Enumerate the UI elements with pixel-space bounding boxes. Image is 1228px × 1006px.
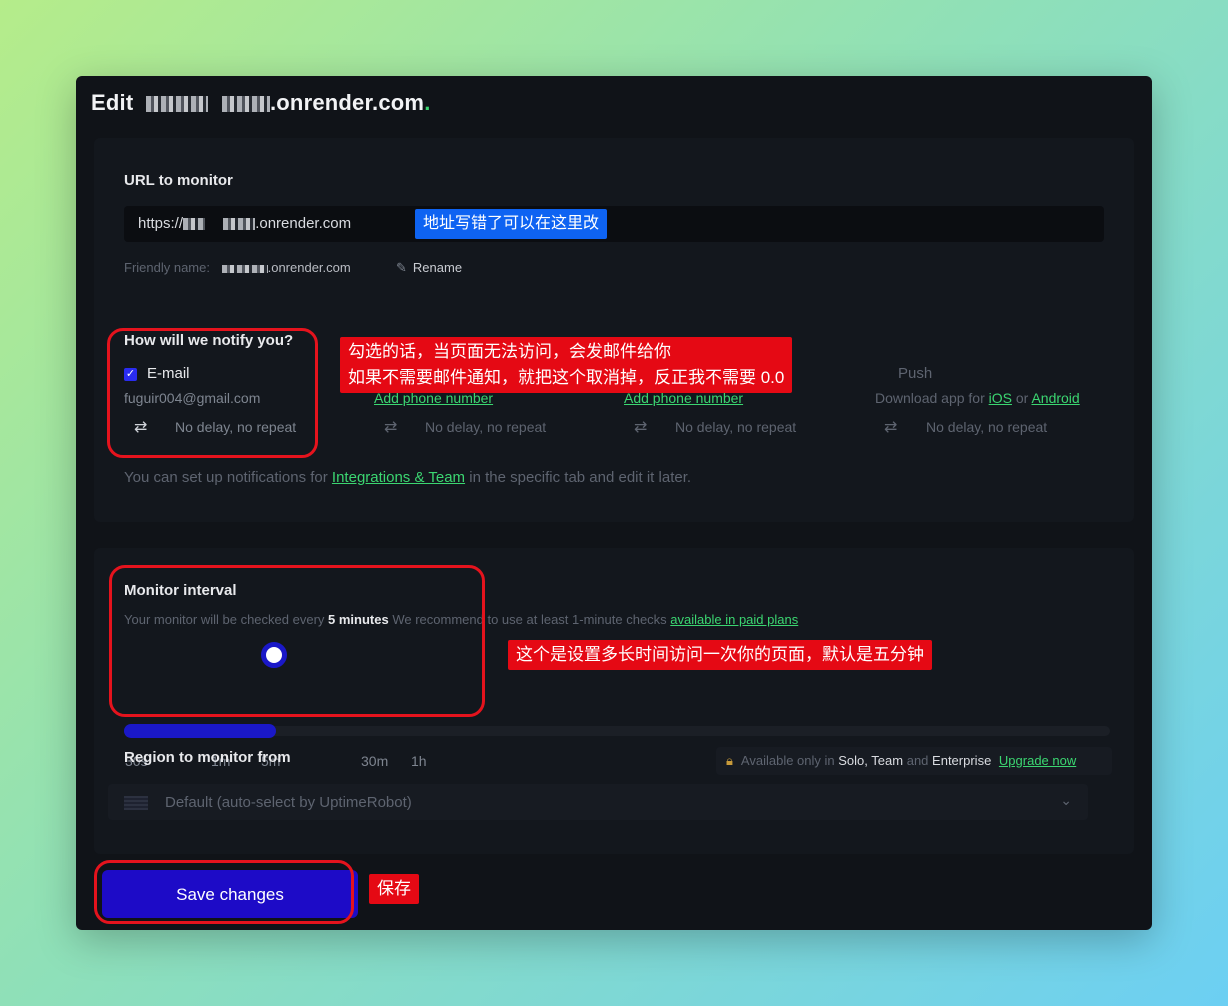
plan-enterprise: Enterprise <box>932 753 992 768</box>
region-select[interactable]: Default (auto-select by UptimeRobot) ⌄ <box>108 784 1088 820</box>
paid-plans-link[interactable]: available in paid plans <box>670 612 798 627</box>
region-heading: Region to monitor from <box>124 749 291 766</box>
flag-icon <box>124 796 148 810</box>
rename-button[interactable]: ✎ Rename <box>396 260 462 276</box>
push-download-prefix: Download app for <box>875 390 985 406</box>
url-prefix: https:// <box>138 215 184 232</box>
repeat-icon[interactable]: ⇄ <box>384 420 402 436</box>
plan-solo: Solo, <box>838 753 868 768</box>
push-label: Push <box>898 365 933 382</box>
voice-repeat[interactable]: No delay, no repeat <box>675 419 796 435</box>
annotation-notify: 勾选的话，当页面无法访问，会发邮件给你 如果不需要邮件通知，就把这个取消掉，反正… <box>340 337 793 393</box>
redacted-friendly <box>221 264 268 273</box>
annotation-ring-interval <box>109 565 485 717</box>
redacted-name-1 <box>145 96 208 113</box>
redacted-url-2 <box>223 218 256 231</box>
region-upgrade-notice: 🔒︎ Available only in Solo, Team and Enter… <box>716 747 1112 775</box>
interval-slider-fill <box>124 724 276 738</box>
plan-team: Team <box>871 753 904 768</box>
redacted-name-2 <box>221 96 270 113</box>
android-link[interactable]: Android <box>1031 390 1079 406</box>
ios-link[interactable]: iOS <box>989 390 1012 406</box>
notice-prefix: Available only in <box>740 753 835 768</box>
url-input[interactable]: https:// .onrender.com <box>124 206 1104 242</box>
url-value: https:// .onrender.com <box>138 215 351 232</box>
window-title: Edit .onrender.com. <box>91 90 431 116</box>
friendly-name-row: Friendly name: .onrender.com <box>124 260 351 275</box>
title-prefix: Edit <box>91 90 134 115</box>
rename-label: Rename <box>412 260 463 275</box>
friendly-suffix: .onrender.com <box>267 260 351 275</box>
region-selected-value: Default (auto-select by UptimeRobot) <box>165 794 412 811</box>
url-label: URL to monitor <box>124 172 233 189</box>
annotation-notify-line2: 如果不需要邮件通知，就把这个取消掉，反正我不需要 0.0 <box>348 368 785 387</box>
annotation-interval: 这个是设置多长时间访问一次你的页面，默认是五分钟 <box>508 640 932 670</box>
redacted-url-1 <box>183 218 206 231</box>
friendly-label: Friendly name: <box>124 260 210 275</box>
annotation-save: 保存 <box>369 874 419 904</box>
repeat-icon[interactable]: ⇄ <box>634 420 652 436</box>
repeat-icon[interactable]: ⇄ <box>884 420 902 436</box>
pencil-icon: ✎ <box>396 260 407 275</box>
annotation-ring-save <box>94 860 354 924</box>
chevron-down-icon: ⌄ <box>1060 792 1072 808</box>
annotation-notify-line1: 勾选的话，当页面无法访问，会发邮件给你 <box>348 342 671 361</box>
lock-icon: 🔒︎ <box>726 753 733 768</box>
upgrade-now-link[interactable]: Upgrade now <box>999 753 1076 768</box>
tick-30m: 30m <box>361 753 389 769</box>
notify-footer: You can set up notifications for Integra… <box>124 469 691 486</box>
push-download-row: Download app for iOS or Android <box>875 390 1080 406</box>
annotation-url: 地址写错了可以在这里改 <box>415 209 608 239</box>
notify-footer-prefix: You can set up notifications for <box>124 469 328 486</box>
edit-monitor-window: Edit .onrender.com. URL to monitor https… <box>76 76 1152 930</box>
notify-footer-suffix: in the specific tab and edit it later. <box>469 469 692 486</box>
and-text: and <box>906 753 929 768</box>
push-repeat[interactable]: No delay, no repeat <box>926 419 1047 435</box>
annotation-ring-notify <box>107 328 318 458</box>
title-dot: . <box>424 90 431 115</box>
url-suffix: .onrender.com <box>255 215 352 232</box>
title-suffix: .onrender.com <box>269 90 425 115</box>
tick-1h: 1h <box>411 753 427 769</box>
sms-repeat[interactable]: No delay, no repeat <box>425 419 546 435</box>
or-text: or <box>1015 390 1029 406</box>
integrations-team-link[interactable]: Integrations & Team <box>332 469 465 486</box>
